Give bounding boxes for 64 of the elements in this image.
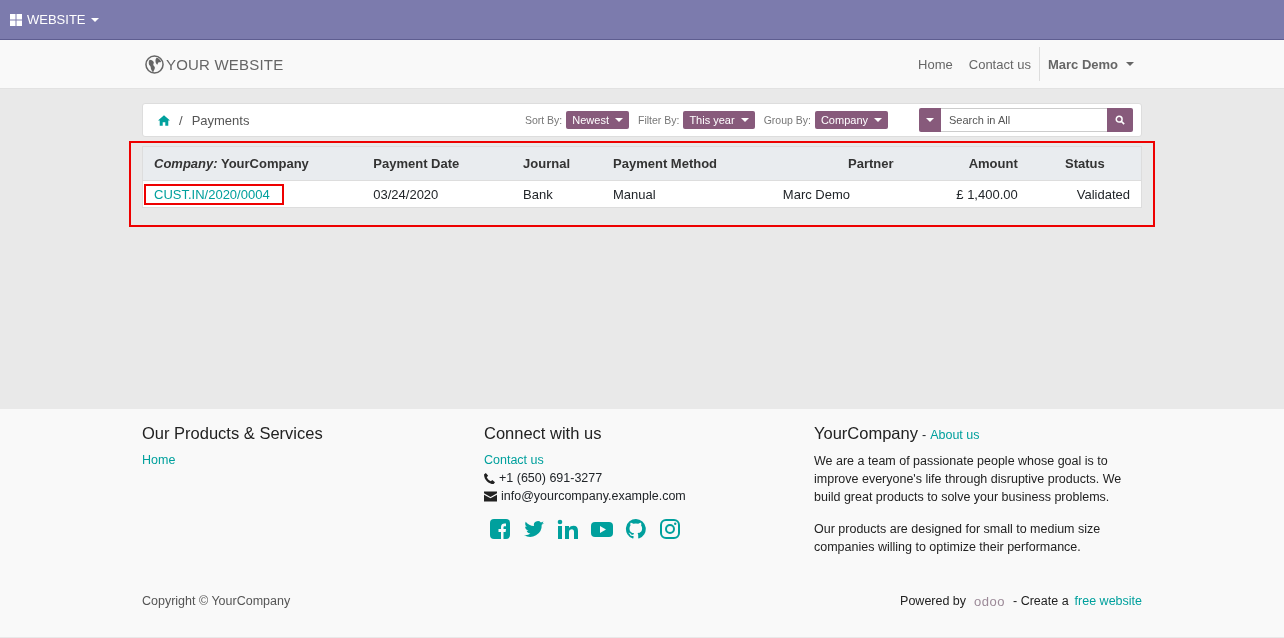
dropdown-button[interactable]: Company: [814, 111, 888, 129]
logo-text: YOUR WEBSITE: [166, 55, 284, 73]
table-cell: Marc Demo: [771, 180, 905, 208]
column-header: Payment Date: [362, 146, 513, 181]
caret-icon: [1126, 62, 1134, 66]
github-icon[interactable]: [625, 519, 647, 539]
user-menu[interactable]: Marc Demo: [1038, 47, 1142, 81]
linkedin-icon[interactable]: [557, 519, 579, 539]
table-cell: Bank: [512, 180, 602, 208]
column-header: Amount: [904, 146, 1029, 181]
table-cell: Validated: [1028, 180, 1142, 208]
section-title: YourCompany: [814, 424, 918, 443]
control-label: Sort By:: [524, 114, 563, 126]
twitter-icon[interactable]: [523, 519, 545, 539]
envelope-icon: [484, 490, 497, 502]
globe-icon: [145, 54, 164, 74]
about-paragraph: Our products are designed for small to medium size companies willing to optimize their performance.: [814, 521, 1102, 556]
breadcrumb-current: Payments: [191, 112, 250, 128]
caret-icon: [740, 118, 749, 122]
instagram-icon[interactable]: [659, 519, 681, 539]
dropdown-button[interactable]: This year: [683, 111, 755, 129]
search-field[interactable]: Search in All: [941, 108, 1107, 132]
dropdown-button[interactable]: Newest: [566, 111, 629, 129]
caret-icon: [614, 118, 623, 122]
create-text: - Create a: [1013, 594, 1069, 608]
odoo-logo[interactable]: odoo: [974, 593, 1005, 609]
about-link[interactable]: About us: [930, 426, 980, 444]
phone-icon: [484, 472, 495, 484]
powered-by-text: Powered by: [900, 594, 967, 608]
control-label: Filter By:: [637, 114, 680, 126]
about-paragraph: We are a team of passionate people whose goal is to improve everyone's life through disruptive products. We build great products to solve your business problems.: [814, 453, 1123, 506]
section-title: Connect with us: [484, 424, 603, 443]
caret-icon: [926, 118, 934, 122]
column-header: Company: YourCompany: [142, 146, 363, 181]
nav-link[interactable]: Home: [910, 56, 961, 72]
email-address: info@yourcompany.example.com: [501, 488, 686, 505]
footer-link[interactable]: Home: [142, 451, 484, 469]
column-header: Payment Method: [602, 146, 772, 181]
table-cell: 03/24/2020: [362, 180, 513, 208]
video-play-icon[interactable]: [591, 519, 613, 539]
table-cell: Manual: [602, 180, 772, 208]
column-header: Status: [1028, 146, 1142, 181]
title-separator: -: [921, 428, 927, 442]
payment-link[interactable]: CUST.IN/2020/0004: [144, 183, 284, 205]
footer-link[interactable]: Contact us: [484, 451, 814, 469]
phone-number: +1 (650) 691-3277: [499, 470, 603, 487]
table-cell: £ 1,400.00: [904, 180, 1029, 208]
control-label: Group By:: [763, 114, 811, 126]
breadcrumb-separator: /: [179, 112, 183, 128]
search-options-button[interactable]: [919, 108, 941, 132]
home-icon[interactable]: [158, 114, 170, 126]
caret-icon: [90, 17, 99, 22]
grid-icon: [10, 13, 22, 26]
search-icon: [1115, 115, 1125, 125]
caret-icon: [874, 118, 882, 122]
app-menu-button[interactable]: WEBSITE: [8, 8, 101, 31]
section-title: Our Products & Services: [142, 424, 324, 443]
free-website-link[interactable]: free website: [1074, 592, 1142, 610]
nav-link[interactable]: Contact us: [960, 56, 1039, 72]
copyright-text: Copyright © YourCompany: [142, 594, 291, 608]
column-header: Journal: [512, 146, 602, 181]
column-header: Partner: [771, 146, 905, 181]
facebook-icon[interactable]: [489, 519, 511, 539]
search-button[interactable]: [1107, 108, 1133, 132]
